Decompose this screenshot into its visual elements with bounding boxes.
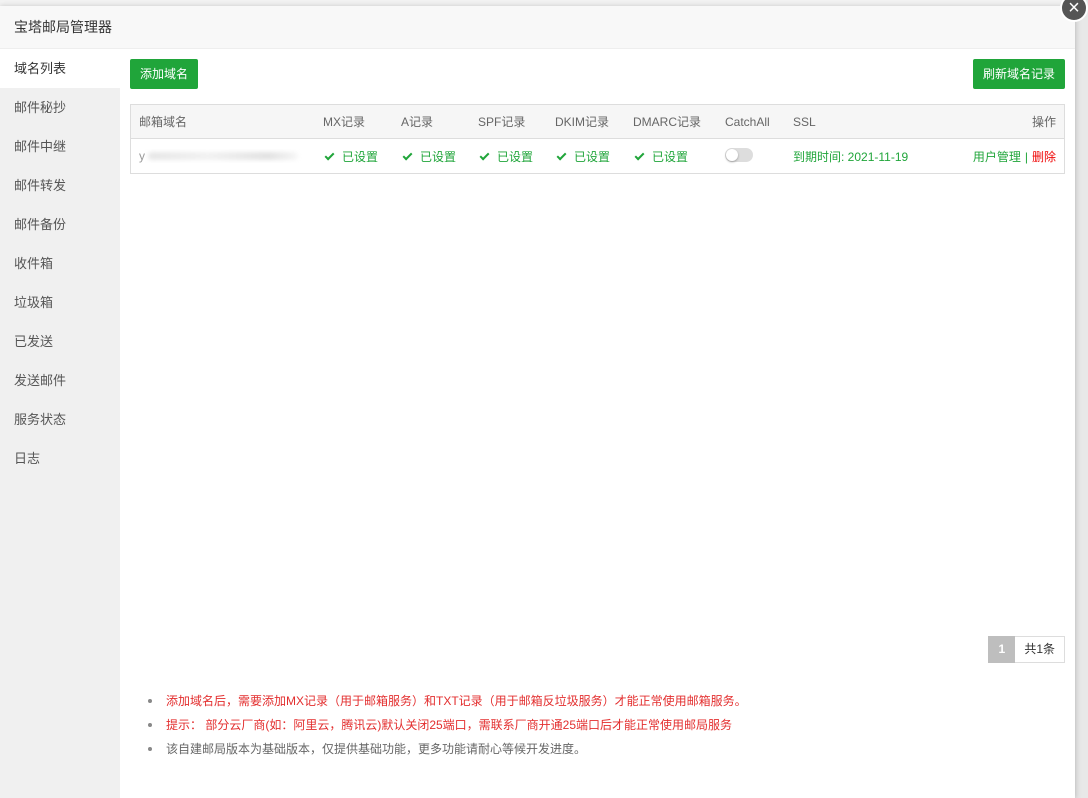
pagination: 1 共1条 [988,636,1065,663]
column-header-dkim: DKIM记录 [555,115,610,129]
sidebar-item-mail-bcc[interactable]: 邮件秘抄 [0,88,120,127]
column-header-spf: SPF记录 [478,115,526,129]
column-header-ssl: SSL [793,114,816,129]
sidebar-item-mail-relay[interactable]: 邮件中继 [0,127,120,166]
refresh-domain-records-button[interactable]: 刷新域名记录 [972,59,1065,89]
delete-link[interactable]: 删除 [1032,150,1056,164]
sidebar-item-service-status[interactable]: 服务状态 [0,400,120,439]
domain-table: 邮箱域名 MX记录 A记录 SPF记录 DKIM记录 DMARC记录 Catch… [130,104,1065,174]
dmarc-status-text: 已设置 [652,149,689,164]
check-icon [479,150,490,160]
column-header-dmarc: DMARC记录 [633,115,701,129]
total-count: 共1条 [1015,636,1065,663]
action-separator: | [1024,149,1028,164]
check-icon [402,150,413,160]
check-icon [556,150,567,160]
mx-status-text: 已设置 [342,149,379,164]
sidebar-item-send-mail[interactable]: 发送邮件 [0,361,120,400]
ssl-expiry: 到期时间: 2021-11-19 [793,149,909,164]
mx-status: 已设置 [315,148,393,165]
modal-title: 宝塔邮局管理器 [0,6,1075,49]
a-status-text: 已设置 [420,149,457,164]
note-port-25: 提示： 部分云厂商(如：阿里云，腾讯云)默认关闭25端口，需联系厂商开通25端口… [148,713,747,737]
catchall-cell [717,147,785,165]
dkim-status-text: 已设置 [574,149,611,164]
column-header-mx: MX记录 [323,115,366,129]
help-notes: 添加域名后，需要添加MX记录（用于邮箱服务）和TXT记录（用于邮箱反垃圾服务）才… [148,689,747,761]
domain-cell: y [131,149,315,163]
check-icon [634,150,645,160]
note-dns-records: 添加域名后，需要添加MX记录（用于邮箱服务）和TXT记录（用于邮箱反垃圾服务）才… [148,689,747,713]
a-status: 已设置 [393,148,470,165]
row-actions: 用户管理 | 删除 [961,148,1064,165]
sidebar-item-inbox[interactable]: 收件箱 [0,244,120,283]
toggle-knob [726,148,738,161]
check-icon [324,150,335,160]
table-row: y 已设置 已设置 已设置 已设置 已设置 到期时间: 2021-11-19 用… [131,139,1064,173]
sidebar-item-mail-backup[interactable]: 邮件备份 [0,205,120,244]
column-header-ops: 操作 [1031,115,1056,129]
domain-list-panel: 添加域名 刷新域名记录 邮箱域名 MX记录 A记录 SPF记录 DKIM记录 D… [120,49,1075,798]
column-header-catchall: CatchAll [725,114,770,129]
blurred-domain-name [148,152,299,160]
note-basic-version: 该自建邮局版本为基础版本，仅提供基础功能，更多功能请耐心等候开发进度。 [148,737,747,761]
sidebar-item-spam[interactable]: 垃圾箱 [0,283,120,322]
column-header-domain: 邮箱域名 [139,115,188,129]
table-header-row: 邮箱域名 MX记录 A记录 SPF记录 DKIM记录 DMARC记录 Catch… [131,105,1064,139]
add-domain-button[interactable]: 添加域名 [130,59,199,89]
domain-name-prefix: y [139,149,145,163]
sidebar-item-domain-list[interactable]: 域名列表 [0,49,120,88]
catchall-toggle[interactable] [725,147,753,162]
page-1-button[interactable]: 1 [988,636,1016,663]
spf-status-text: 已设置 [497,149,534,164]
dmarc-status: 已设置 [625,148,717,165]
user-manage-link[interactable]: 用户管理 [973,150,1021,164]
background-scroll-strip [1074,0,1088,798]
sidebar-item-sent[interactable]: 已发送 [0,322,120,361]
column-header-a: A记录 [401,115,434,129]
sidebar: 域名列表 邮件秘抄 邮件中继 邮件转发 邮件备份 收件箱 垃圾箱 已发送 发送邮… [0,49,120,798]
sidebar-item-logs[interactable]: 日志 [0,439,120,478]
mail-manager-modal: 宝塔邮局管理器 域名列表 邮件秘抄 邮件中继 邮件转发 邮件备份 收件箱 垃圾箱… [0,6,1075,798]
spf-status: 已设置 [470,148,547,165]
dkim-status: 已设置 [547,148,625,165]
sidebar-item-mail-forward[interactable]: 邮件转发 [0,166,120,205]
